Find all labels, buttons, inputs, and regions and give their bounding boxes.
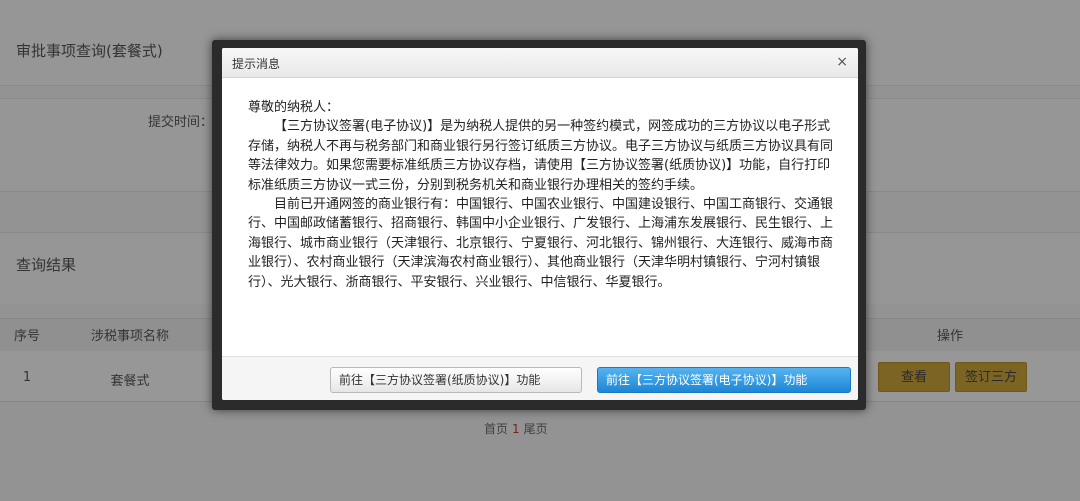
close-icon[interactable]: ×	[836, 52, 848, 72]
electronic-agreement-button[interactable]: 前往【三方协议签署(电子协议)】功能	[597, 367, 851, 393]
paper-agreement-button[interactable]: 前往【三方协议签署(纸质协议)】功能	[330, 367, 582, 393]
dialog-header: 提示消息 ×	[222, 48, 858, 78]
agreement-description: 【三方协议签署(电子协议)】是为纳税人提供的另一种签约模式，网签成功的三方协议以…	[248, 119, 834, 193]
page: 审批事项查询(套餐式) 提交时间： 查询结果 序号 涉税事项名称 操作 1 套餐…	[0, 0, 1080, 501]
dialog-title: 提示消息	[232, 57, 281, 71]
notice-dialog: 提示消息 × 尊敬的纳税人： 【三方协议签署(电子协议)】是为纳税人提供的另一种…	[222, 48, 858, 400]
greeting-text: 尊敬的纳税人：	[248, 100, 340, 115]
dialog-footer: 前往【三方协议签署(纸质协议)】功能 前往【三方协议签署(电子协议)】功能	[222, 356, 858, 400]
dialog-body: 尊敬的纳税人： 【三方协议签署(电子协议)】是为纳税人提供的另一种签约模式，网签…	[248, 98, 836, 292]
bank-list: 目前已开通网签的商业银行有：中国银行、中国农业银行、中国建设银行、中国工商银行、…	[248, 197, 834, 290]
